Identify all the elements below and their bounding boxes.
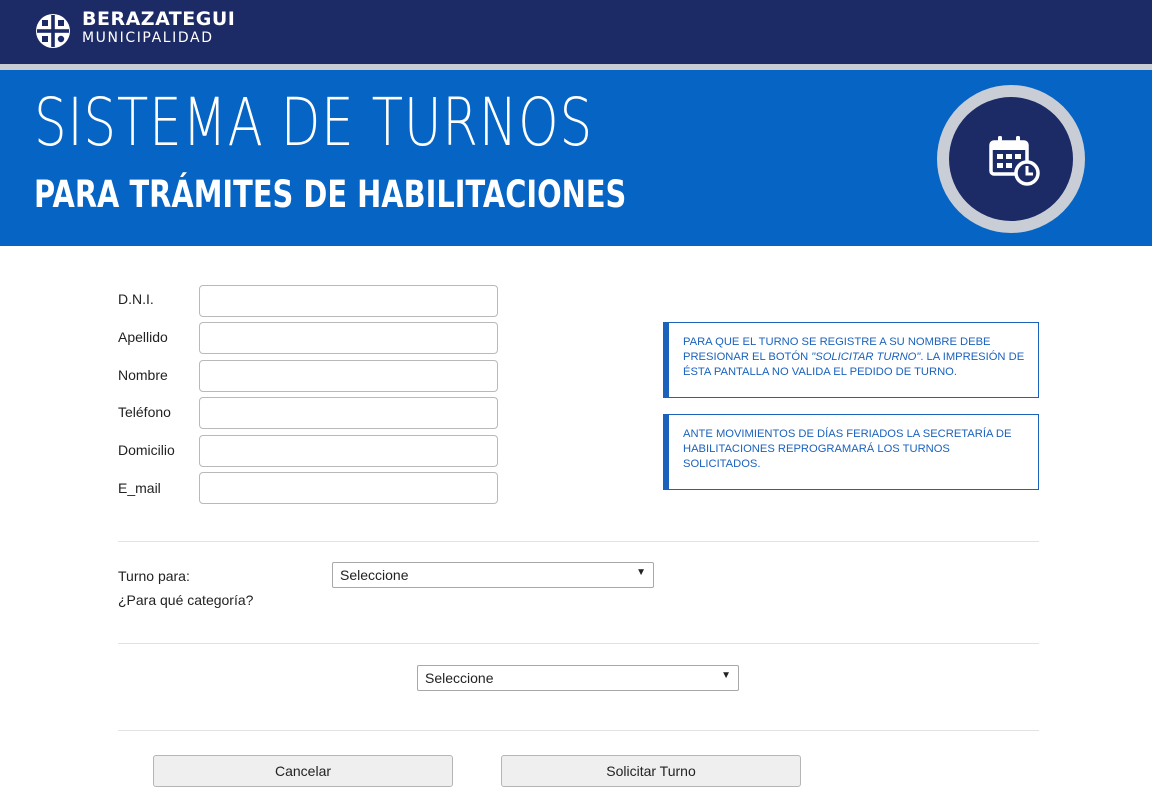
solicitar-turno-button[interactable]: Solicitar Turno: [501, 755, 801, 787]
telefono-label: Teléfono: [118, 404, 171, 420]
dropdown-arrow-icon: ▼: [721, 670, 731, 681]
notice-solicitar-turno: PARA QUE EL TURNO SE REGISTRE A SU NOMBR…: [663, 322, 1039, 398]
turno-select[interactable]: Seleccione ▼: [332, 562, 654, 588]
turno-label: Turno para:: [118, 568, 190, 584]
email-input[interactable]: [199, 472, 498, 504]
logo: BERAZATEGUI MUNICIPALIDAD: [82, 8, 236, 46]
cancel-button[interactable]: Cancelar: [153, 755, 453, 787]
nombre-input[interactable]: [199, 360, 498, 392]
dni-input[interactable]: [199, 285, 498, 317]
municipality-emblem-icon: [36, 14, 70, 48]
section-divider: [118, 643, 1039, 644]
telefono-input[interactable]: [199, 397, 498, 429]
section-divider: [118, 730, 1039, 731]
logo-subtitle: MUNICIPALIDAD: [82, 30, 214, 46]
apellido-label: Apellido: [118, 329, 168, 345]
banner: SISTEMA DE TURNOS PARA TRÁMITES DE HABIL…: [0, 70, 1152, 246]
nombre-label: Nombre: [118, 367, 168, 383]
second-select-value: Seleccione: [425, 670, 494, 686]
calendar-badge: [937, 85, 1085, 233]
categoria-label: ¿Para qué categoría?: [118, 592, 254, 608]
email-label: E_mail: [118, 480, 161, 496]
dni-label: D.N.I.: [118, 291, 154, 307]
apellido-input[interactable]: [199, 322, 498, 354]
logo-title: BERAZATEGUI: [82, 8, 236, 30]
banner-title: SISTEMA DE TURNOS: [34, 84, 593, 161]
notice-feriados-text: ANTE MOVIMIENTOS DE DÍAS FERIADOS LA SEC…: [683, 428, 1012, 470]
dropdown-arrow-icon: ▼: [636, 567, 646, 578]
notice-text-emphasis: "SOLICITAR TURNO": [811, 351, 921, 363]
notice-feriados: ANTE MOVIMIENTOS DE DÍAS FERIADOS LA SEC…: [663, 414, 1039, 490]
domicilio-input[interactable]: [199, 435, 498, 467]
second-select[interactable]: Seleccione ▼: [417, 665, 739, 691]
banner-subtitle: PARA TRÁMITES DE HABILITACIONES: [34, 173, 627, 216]
section-divider: [118, 541, 1039, 542]
top-bar: BERAZATEGUI MUNICIPALIDAD: [0, 0, 1152, 64]
calendar-clock-icon: [989, 136, 1040, 186]
turno-select-value: Seleccione: [340, 567, 409, 583]
domicilio-label: Domicilio: [118, 442, 175, 458]
